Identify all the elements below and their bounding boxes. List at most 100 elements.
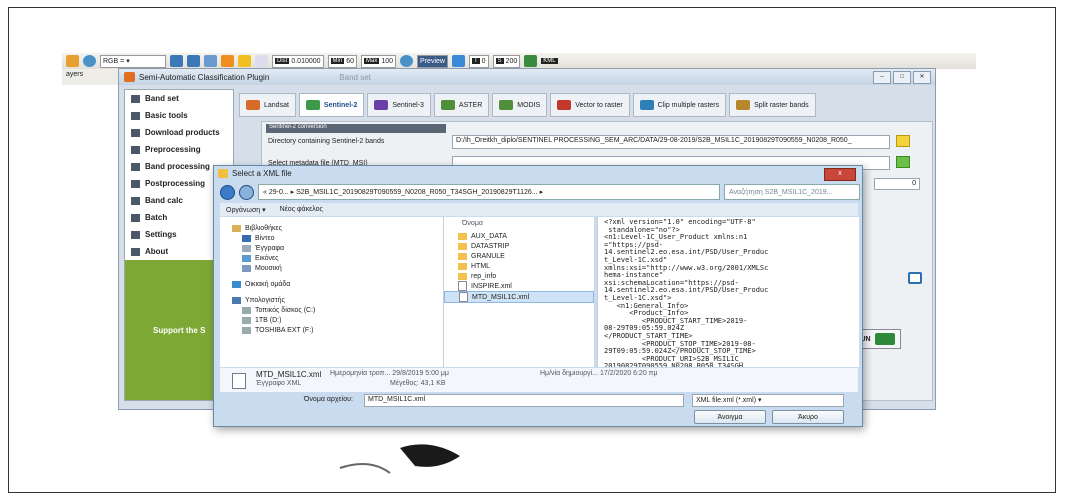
libraries-icon (232, 224, 241, 232)
menu-item-label: Preprocessing (145, 145, 201, 154)
s-value: 200 (505, 57, 518, 65)
max-field[interactable]: Max 100 (361, 54, 397, 68)
nav-item[interactable]: Οικιακή ομάδα (220, 279, 443, 289)
folder-icon (458, 262, 467, 270)
nav-item[interactable]: Τοπικός δίσκος (C:) (220, 305, 443, 315)
zoom-icon[interactable] (83, 55, 96, 67)
maximize-button[interactable]: □ (893, 71, 911, 84)
tab-sentinel-2[interactable]: Sentinel-2 (298, 93, 365, 117)
redo-preview-icon[interactable] (451, 55, 465, 67)
roi-icon[interactable] (170, 55, 183, 67)
open-button[interactable]: Άνοιγμα (694, 410, 766, 424)
menu-item-basic-tools[interactable]: Basic tools (125, 107, 233, 124)
music-icon (242, 264, 251, 272)
nav-item[interactable]: Έγγραφα (220, 243, 443, 253)
tab-modis[interactable]: MODIS (492, 93, 548, 117)
menu-item-preprocessing[interactable]: Preprocessing (125, 141, 233, 158)
nav-item[interactable]: 1TB (D:) (220, 315, 443, 325)
spin-field[interactable]: 0 (874, 178, 920, 190)
file-item[interactable]: INSPIRE.xml (444, 281, 594, 291)
xml-file-icon (232, 373, 246, 389)
min-field[interactable]: Min 60 (327, 54, 358, 68)
file-item-label: AUX_DATA (471, 232, 507, 240)
roi-point-icon[interactable] (187, 55, 200, 67)
redo-icon[interactable] (255, 55, 268, 67)
tab-landsat[interactable]: Landsat (239, 93, 296, 117)
back-icon[interactable] (220, 184, 235, 200)
preview-field[interactable]: Preview (417, 54, 448, 68)
tab-icon (246, 100, 260, 110)
preview-zoom-icon[interactable] (400, 55, 414, 67)
tab-icon (499, 100, 514, 110)
postprocessing-icon (131, 179, 140, 188)
roi-grow-icon[interactable] (221, 55, 234, 67)
filename-input[interactable]: MTD_MSIL1C.xml (364, 394, 684, 407)
file-item[interactable]: AUX_DATA (444, 231, 594, 241)
organize-button[interactable]: Οργάνωση ▾ (226, 206, 266, 214)
dialog-close-button[interactable]: x (824, 168, 856, 181)
nav-item[interactable]: Μουσική (220, 263, 443, 273)
navigation-pane: Βιβλιοθήκες Βίντεο Έγγραφα Εικόνες Μουσική Οι… (220, 217, 444, 367)
search-input[interactable]: Αναζήτηση S2B_MSIL1C_2019... (724, 184, 860, 200)
open-folder-button[interactable] (896, 135, 910, 147)
name-column-header[interactable]: Όνομα (444, 217, 594, 231)
dir-label: Directory containing Sentinel-2 bands (268, 138, 385, 145)
dist-value: 0.010000 (291, 57, 321, 65)
file-item[interactable]: MTD_MSIL1C.xml (444, 291, 594, 303)
file-item-label: DATASTRIP (471, 242, 510, 250)
path-text: « 29-0... ▸ S2B_MSIL1C_20190829T090559_N… (263, 189, 544, 196)
computer-icon (232, 296, 241, 304)
file-item[interactable]: HTML (444, 261, 594, 271)
plugin-subtitle: Band set (339, 72, 371, 82)
file-item[interactable]: GRANULE (444, 251, 594, 261)
nav-item-label: Βιβλιοθήκες (245, 224, 282, 232)
tab-aster[interactable]: ASTER (433, 93, 490, 117)
nav-item-label: Οικιακή ομάδα (245, 280, 291, 288)
menu-item-label: Postprocessing (145, 179, 206, 188)
menu-item-download[interactable]: Download products (125, 124, 233, 141)
file-item[interactable]: DATASTRIP (444, 241, 594, 251)
nav-item[interactable]: Εικόνες (220, 253, 443, 263)
pictures-icon (242, 254, 251, 262)
tab-clip-multiple-rasters[interactable]: Clip multiple rasters (632, 93, 727, 117)
menu-item-band-set[interactable]: Band set (125, 90, 233, 107)
max-value: 100 (381, 57, 394, 65)
tab-split-raster-bands[interactable]: Split raster bands (729, 93, 816, 117)
file-item-label: GRANULE (471, 252, 505, 260)
kml-icon[interactable] (524, 55, 538, 67)
tab-sentinel-3[interactable]: Sentinel-3 (367, 93, 431, 117)
nav-item[interactable]: Βίντεο (220, 233, 443, 243)
minimize-button[interactable]: – (873, 71, 891, 84)
nav-item[interactable]: Βιβλιοθήκες (220, 223, 443, 233)
filetype-select[interactable]: XML file.xml (*.xml) ▾ (692, 394, 844, 407)
nav-item-label: Τοπικός δίσκος (C:) (255, 306, 316, 314)
details-created: Ημ/νία δημιουργί... 17/2/2020 6:20 πμ (540, 370, 658, 377)
new-folder-button[interactable]: Νέος φάκελος (280, 206, 323, 213)
file-item[interactable]: rep_info (444, 271, 594, 281)
nav-item[interactable]: Υπολογιστής (220, 295, 443, 305)
open-metadata-button[interactable] (896, 156, 910, 168)
path-field[interactable]: « 29-0... ▸ S2B_MSIL1C_20190829T090559_N… (258, 184, 720, 200)
forward-icon[interactable] (239, 184, 254, 200)
cancel-button[interactable]: Άκυρο (772, 410, 844, 424)
dist-field[interactable]: Dist 0.010000 (272, 54, 324, 68)
classification-icon[interactable] (66, 55, 79, 67)
roi-search-icon[interactable] (204, 55, 217, 67)
drive-icon (242, 326, 251, 334)
filename-label: Όνομα αρχείου: (304, 396, 353, 403)
t-field[interactable]: T0 (468, 54, 489, 68)
layers-panel: ayers (62, 69, 122, 85)
tab-label: MODIS (517, 101, 541, 109)
drive-icon (242, 306, 251, 314)
s-field[interactable]: S 200 (492, 54, 521, 68)
drive-icon (242, 316, 251, 324)
tab-label: Sentinel-2 (323, 101, 358, 109)
add-icon[interactable] (238, 55, 251, 67)
dir-field[interactable]: D:/Ih_Oreitkh_diplo/SENTINEL PROCESSING_… (452, 135, 890, 149)
close-button[interactable]: ✕ (913, 71, 931, 84)
rgb-select[interactable]: RGB = ▾ (100, 54, 166, 68)
nav-item-label: 1TB (D:) (255, 316, 282, 324)
minus-button[interactable] (908, 272, 922, 284)
nav-item[interactable]: TOSHIBA EXT (F:) (220, 325, 443, 335)
tab-vector-to-raster[interactable]: Vector to raster (550, 93, 630, 117)
